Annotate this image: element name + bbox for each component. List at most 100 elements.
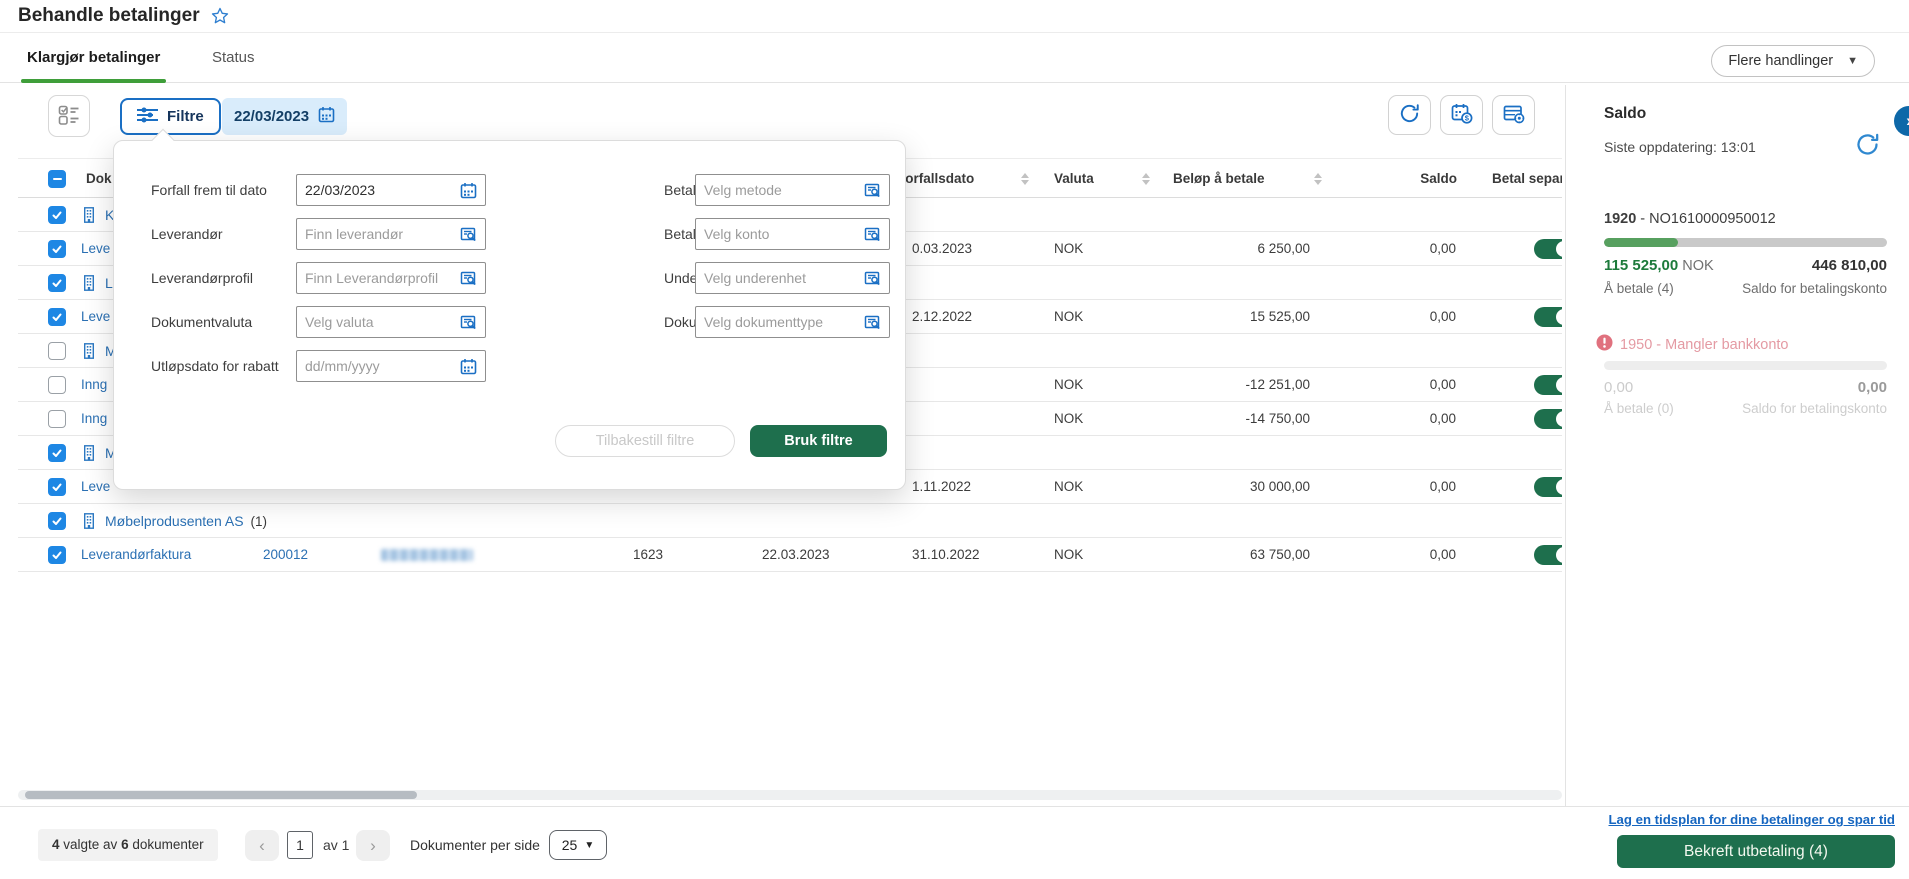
sort-icon-currency[interactable] [1142, 173, 1150, 185]
doc-type-link[interactable]: Leverandørfaktura [81, 538, 191, 572]
next-page-button[interactable]: › [356, 830, 390, 861]
row-saldo: 0,00 [1429, 411, 1456, 426]
lookup-icon[interactable] [864, 226, 881, 243]
saldo-title: Saldo [1604, 105, 1647, 122]
table-gear-icon [1502, 102, 1526, 129]
create-schedule-link[interactable]: Lag en tidsplan for dine betalinger og s… [1609, 812, 1896, 827]
row-saldo: 0,00 [1429, 309, 1456, 324]
lookup-icon[interactable] [460, 226, 477, 243]
supplier-filter[interactable]: Finn leverandør [296, 218, 486, 250]
doc-type-link[interactable]: Leve [81, 232, 110, 266]
account-saldo: 446 810,00 [1811, 257, 1887, 274]
sort-icon-due-date[interactable] [1021, 173, 1029, 185]
doc-number-link[interactable]: 200012 [263, 538, 308, 572]
column-header-saldo[interactable]: Saldo [1420, 159, 1457, 199]
lookup-icon[interactable] [460, 314, 477, 331]
doc-ref: 1623 [633, 547, 664, 562]
calendar-icon[interactable] [460, 358, 477, 375]
pay-separate-toggle[interactable] [1534, 239, 1562, 259]
due-date-chip[interactable]: 22/03/2023 [222, 98, 348, 135]
chevron-right-icon: › [370, 835, 376, 855]
group-count: (1) [250, 513, 268, 529]
row-checkbox[interactable] [48, 274, 66, 292]
refresh-icon [1398, 102, 1421, 128]
payment-schedule-button[interactable]: $ [1440, 95, 1483, 135]
due-date-filter[interactable]: 22/03/2023 [296, 174, 486, 206]
building-icon [82, 445, 96, 466]
document-currency-filter[interactable]: Velg valuta [296, 306, 486, 338]
row-checkbox[interactable] [48, 512, 66, 530]
subunit-filter[interactable]: Velg underenhet [695, 262, 890, 294]
previous-page-button[interactable]: ‹ [245, 830, 279, 861]
payment-account-filter[interactable]: Velg konto [695, 218, 890, 250]
column-header-amount[interactable]: Beløp å betale [1173, 159, 1265, 199]
payment-method-filter[interactable]: Velg metode [695, 174, 890, 206]
row-checkbox[interactable] [48, 546, 66, 564]
amount-to-pay: 0,00 [1604, 379, 1634, 396]
row-checkbox[interactable] [48, 240, 66, 258]
row-checkbox[interactable] [48, 444, 66, 462]
reset-filters-button[interactable]: Tilbakestill filtre [555, 425, 735, 457]
filters-button[interactable]: Filtre [120, 98, 221, 135]
pay-separate-toggle[interactable] [1534, 307, 1562, 327]
row-checkbox[interactable] [48, 410, 66, 428]
calendar-money-icon: $ [1450, 102, 1474, 129]
filter-placeholder: dd/mm/yyyy [305, 358, 380, 374]
page-number-input[interactable] [287, 831, 313, 859]
group-name[interactable]: L [105, 275, 113, 291]
pay-separate-toggle[interactable] [1534, 409, 1562, 429]
due-date-filter-label: Forfall frem til dato [151, 182, 267, 198]
refresh-icon [1854, 133, 1881, 161]
table-settings-button[interactable] [1492, 95, 1535, 135]
saldo-refresh-button[interactable] [1850, 129, 1884, 163]
doc-type-link[interactable]: Inng [81, 402, 107, 436]
column-header-document[interactable]: Dok [86, 159, 112, 199]
supplier-profile-filter-label: Leverandørprofil [151, 270, 253, 286]
document-type-filter[interactable]: Velg dokumenttype [695, 306, 890, 338]
group-name[interactable]: Møbelprodusenten AS [105, 513, 244, 529]
column-header-currency[interactable]: Valuta [1054, 159, 1094, 199]
row-checkbox[interactable] [48, 478, 66, 496]
chevron-down-icon: ▼ [1847, 55, 1858, 67]
currency: NOK [1054, 547, 1084, 562]
horizontal-scrollbar-thumb[interactable] [25, 791, 417, 799]
lookup-icon[interactable] [864, 314, 881, 331]
supplier-filter-label: Leverandør [151, 226, 223, 242]
supplier-profile-filter[interactable]: Finn Leverandørprofil [296, 262, 486, 294]
favorite-star-icon[interactable] [210, 6, 230, 26]
account-1-progress-bar [1604, 238, 1887, 247]
doc-type-link[interactable]: Leve [81, 300, 110, 334]
refresh-table-button[interactable] [1388, 95, 1431, 135]
row-checkbox[interactable] [48, 308, 66, 326]
lookup-icon[interactable] [864, 182, 881, 199]
row-checkbox[interactable] [48, 206, 66, 224]
sort-icon-amount[interactable] [1314, 173, 1322, 185]
tab-status[interactable]: Status [206, 33, 261, 82]
row-checkbox[interactable] [48, 376, 66, 394]
amount-to-pay: -12 251,00 [1245, 377, 1310, 392]
sidebar-expand-button[interactable]: › [1894, 106, 1909, 136]
more-actions-button[interactable]: Flere handlinger ▼ [1711, 45, 1875, 77]
pay-separate-toggle[interactable] [1534, 375, 1562, 395]
group-cell: L [105, 266, 113, 300]
confirm-payout-button[interactable]: Bekreft utbetaling (4) [1617, 835, 1895, 868]
column-header-due-date[interactable]: Forfallsdato [897, 159, 974, 199]
column-header-pay-separate[interactable]: Betal separat [1492, 159, 1562, 199]
lookup-icon[interactable] [864, 270, 881, 287]
doc-type-link[interactable]: Leve [81, 470, 110, 504]
filter-placeholder: Finn leverandør [305, 226, 404, 242]
pay-separate-toggle[interactable] [1534, 477, 1562, 497]
checkbox-list-icon [58, 105, 80, 128]
tab-prepare-payments[interactable]: Klargjør betalinger [21, 33, 167, 83]
lookup-icon[interactable] [460, 270, 477, 287]
select-all-checkbox[interactable] [48, 170, 66, 188]
discount-expiry-filter[interactable]: dd/mm/yyyy [296, 350, 486, 382]
doc-type-link[interactable]: Inng [81, 368, 107, 402]
apply-filters-button[interactable]: Bruk filtre [750, 425, 887, 457]
per-page-select[interactable]: 25 ▼ [549, 830, 607, 860]
calendar-icon[interactable] [460, 182, 477, 199]
bulk-select-button[interactable] [48, 95, 90, 137]
row-checkbox[interactable] [48, 342, 66, 360]
due-date: 31.10.2022 [912, 547, 980, 562]
pay-separate-toggle[interactable] [1534, 545, 1562, 565]
